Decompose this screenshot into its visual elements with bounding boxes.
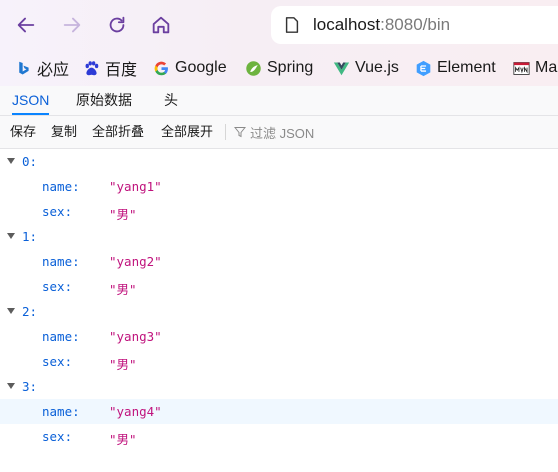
json-array-item-row[interactable]: 3: <box>0 374 558 399</box>
json-property-row: name: "yang2" <box>0 249 558 274</box>
tab-headers[interactable]: 头 <box>164 86 178 115</box>
json-array-item-row[interactable]: 0: <box>0 149 558 174</box>
bookmark-spring[interactable]: Spring <box>245 56 313 80</box>
back-arrow-icon <box>17 17 35 33</box>
bookmark-google[interactable]: Google <box>153 56 227 80</box>
json-property-row: sex: "男" <box>0 349 558 374</box>
tab-raw-data[interactable]: 原始数据 <box>76 86 132 115</box>
bookmark-label: 百度 <box>105 62 138 79</box>
copy-button[interactable]: 复制 <box>51 116 77 148</box>
json-key: sex: <box>42 279 73 294</box>
bookmark-label: Vue.js <box>355 59 399 76</box>
bookmark-vue[interactable]: Vue.js <box>333 56 399 80</box>
expand-toggle-icon[interactable] <box>7 383 15 389</box>
json-property-row: name: "yang1" <box>0 174 558 199</box>
browser-chrome: localhost:8080/bin 必应 百度 Google Spring V… <box>0 0 558 86</box>
json-string-value: "男" <box>109 207 137 222</box>
url-path: :8080/bin <box>380 15 451 34</box>
bookmark-label: Ma <box>535 59 558 76</box>
filter-funnel-icon <box>234 127 246 138</box>
json-key: name: <box>42 404 80 419</box>
bookmark-label: Spring <box>267 59 314 76</box>
json-property-row: sex: "男" <box>0 199 558 224</box>
google-icon <box>153 60 170 77</box>
json-string-value: "yang3" <box>109 329 162 344</box>
bookmarks-bar: 必应 百度 Google Spring Vue.js Element Ma <box>0 52 558 84</box>
bookmark-label: 必应 <box>37 62 70 79</box>
expand-all-button[interactable]: 全部展开 <box>161 116 213 148</box>
viewer-tab-bar: JSON 原始数据 头 <box>0 86 558 116</box>
spring-icon <box>245 60 262 77</box>
expand-toggle-icon[interactable] <box>7 308 15 314</box>
json-string-value: "yang2" <box>109 254 162 269</box>
address-bar[interactable]: localhost:8080/bin <box>271 6 558 44</box>
json-property-row: name: "yang3" <box>0 324 558 349</box>
baidu-icon <box>83 60 100 77</box>
json-property-row-hovered: name: "yang4" <box>0 399 558 424</box>
bookmark-maven[interactable]: Ma <box>513 56 557 80</box>
forward-button[interactable] <box>58 11 86 39</box>
json-string-value: "男" <box>109 357 137 372</box>
json-key: sex: <box>42 354 73 369</box>
json-key: name: <box>42 254 80 269</box>
array-index: 2: <box>22 304 38 319</box>
url-host: localhost <box>313 15 381 34</box>
element-icon <box>415 60 432 77</box>
json-array-item-row[interactable]: 2: <box>0 299 558 324</box>
json-string-value: "男" <box>109 282 137 297</box>
expand-toggle-icon[interactable] <box>7 158 15 164</box>
bing-icon <box>15 60 32 77</box>
page-info-icon[interactable] <box>283 16 301 34</box>
json-string-value: "yang4" <box>109 404 162 419</box>
toolbar-divider <box>225 124 226 140</box>
back-button[interactable] <box>12 11 40 39</box>
vue-icon <box>333 60 350 77</box>
json-key: sex: <box>42 204 73 219</box>
home-button[interactable] <box>147 11 175 39</box>
json-property-row: sex: "男" <box>0 274 558 299</box>
filter-json-input[interactable]: 过滤 JSON <box>234 116 314 148</box>
json-string-value: "yang1" <box>109 179 162 194</box>
array-index: 3: <box>22 379 38 394</box>
array-index: 1: <box>22 229 38 244</box>
bookmark-bing[interactable]: 必应 <box>15 56 69 80</box>
array-index: 0: <box>22 154 38 169</box>
json-toolbar: 保存 复制 全部折叠 全部展开 过滤 JSON <box>0 116 558 149</box>
bookmark-label: Google <box>175 59 227 76</box>
json-key: name: <box>42 179 80 194</box>
reload-icon <box>109 16 125 33</box>
bookmark-element[interactable]: Element <box>415 56 496 80</box>
json-property-row: sex: "男" <box>0 424 558 449</box>
json-array-item-row[interactable]: 1: <box>0 224 558 249</box>
maven-icon <box>513 60 530 77</box>
forward-arrow-icon <box>63 17 81 33</box>
collapse-all-button[interactable]: 全部折叠 <box>92 116 144 148</box>
filter-placeholder: 过滤 JSON <box>250 125 315 141</box>
json-key: sex: <box>42 429 73 444</box>
tab-json[interactable]: JSON <box>12 86 50 115</box>
json-string-value: "男" <box>109 432 137 447</box>
json-key: name: <box>42 329 80 344</box>
reload-button[interactable] <box>103 11 131 39</box>
expand-toggle-icon[interactable] <box>7 233 15 239</box>
navigation-bar: localhost:8080/bin <box>0 0 558 50</box>
save-button[interactable]: 保存 <box>10 116 36 148</box>
bookmark-baidu[interactable]: 百度 <box>83 56 137 80</box>
home-icon <box>152 16 170 34</box>
bookmark-label: Element <box>437 59 496 76</box>
url-text: localhost:8080/bin <box>313 15 450 35</box>
